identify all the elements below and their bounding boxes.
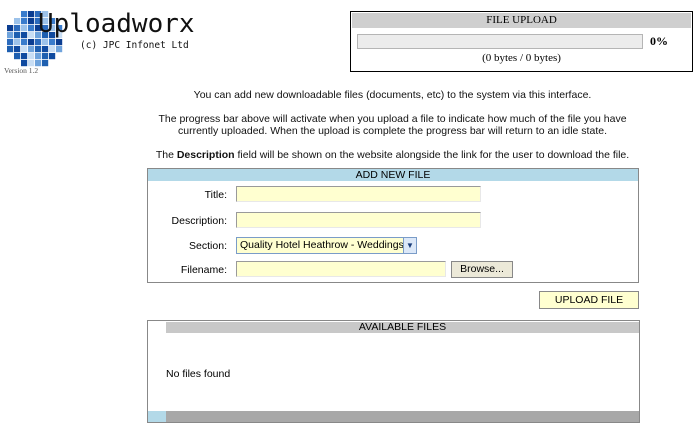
- filename-input[interactable]: [236, 261, 446, 277]
- logo-tile: [56, 46, 63, 53]
- logo-tile: [21, 32, 28, 39]
- info-text-3-suffix: field will be shown on the website along…: [237, 149, 630, 161]
- logo-tile: [35, 46, 42, 53]
- logo-tile: [7, 32, 14, 39]
- info-text-3-prefix: The: [155, 149, 174, 161]
- section-row: Section: Quality Hotel Heathrow - Weddin…: [148, 237, 638, 257]
- add-new-file-header: ADD NEW FILE: [148, 169, 638, 181]
- copyright-text: (c) JPC Infonet Ltd: [80, 40, 189, 51]
- available-files-panel: AVAILABLE FILES No files found: [147, 320, 640, 423]
- section-select[interactable]: Quality Hotel Heathrow - Weddings ▼: [236, 237, 417, 254]
- logo-tile: [21, 39, 28, 46]
- logo-tile: [42, 60, 49, 67]
- filename-label: Filename:: [180, 264, 227, 276]
- logo-tile: [28, 25, 35, 32]
- title-input[interactable]: [236, 186, 481, 202]
- app-title: Uploadworx: [38, 9, 195, 39]
- description-input[interactable]: [236, 212, 481, 228]
- footer-bar: [166, 411, 639, 422]
- section-select-value: Quality Hotel Heathrow - Weddings: [240, 239, 404, 251]
- logo-tile: [21, 25, 28, 32]
- info-text-2: The progress bar above will activate whe…: [158, 113, 627, 137]
- logo-tile: [21, 18, 28, 25]
- file-upload-header: FILE UPLOAD: [352, 13, 691, 28]
- logo-tile: [14, 32, 21, 39]
- logo-tile: [28, 46, 35, 53]
- title-row: Title:: [148, 186, 638, 206]
- logo-tile: [49, 46, 56, 53]
- logo-tile: [7, 39, 14, 46]
- logo-tile: [14, 46, 21, 53]
- logo-tile: [42, 39, 49, 46]
- description-label: Description:: [171, 215, 227, 227]
- logo-tile: [28, 32, 35, 39]
- upload-percent: 0%: [650, 34, 668, 48]
- logo-tile: [21, 46, 28, 53]
- logo-tile: [42, 46, 49, 53]
- version-label: Version 1.2: [4, 66, 39, 75]
- logo-tile: [21, 11, 28, 18]
- title-label: Title:: [204, 189, 227, 201]
- logo-tile: [28, 11, 35, 18]
- logo: Uploadworx (c) JPC Infonet Ltd Version 1…: [4, 4, 204, 75]
- logo-tile: [49, 39, 56, 46]
- available-files-header: AVAILABLE FILES: [166, 322, 639, 333]
- info-text-1: You can add new downloadable files (docu…: [193, 89, 592, 101]
- logo-tile: [7, 46, 14, 53]
- upload-file-button[interactable]: UPLOAD FILE: [539, 291, 639, 309]
- logo-tile: [28, 53, 35, 60]
- logo-tile: [14, 39, 21, 46]
- logo-tile: [28, 18, 35, 25]
- section-label: Section:: [189, 240, 227, 252]
- add-new-file-panel: ADD NEW FILE Title: Description: Section…: [147, 168, 639, 283]
- filename-row: Filename: Browse...: [148, 261, 638, 281]
- logo-tile: [42, 53, 49, 60]
- logo-tile: [28, 39, 35, 46]
- footer-accent: [148, 411, 166, 422]
- chevron-down-icon[interactable]: ▼: [403, 238, 416, 253]
- logo-tile: [14, 18, 21, 25]
- logo-tile: [21, 53, 28, 60]
- logo-tile: [14, 25, 21, 32]
- logo-tile: [7, 25, 14, 32]
- description-row: Description:: [148, 212, 638, 232]
- logo-tile: [35, 39, 42, 46]
- logo-tile: [56, 39, 63, 46]
- browse-button[interactable]: Browse...: [451, 261, 513, 278]
- info-text-3: The Description field will be shown on t…: [140, 149, 645, 161]
- logo-tile: [14, 53, 21, 60]
- info-text-3-bold: Description: [176, 149, 235, 161]
- upload-progress-bar: [357, 34, 643, 49]
- logo-tile: [49, 53, 56, 60]
- file-upload-status-panel: FILE UPLOAD 0% (0 bytes / 0 bytes): [350, 11, 693, 72]
- no-files-message: No files found: [166, 368, 231, 380]
- upload-bytes: (0 bytes / 0 bytes): [482, 52, 561, 64]
- logo-tile: [35, 53, 42, 60]
